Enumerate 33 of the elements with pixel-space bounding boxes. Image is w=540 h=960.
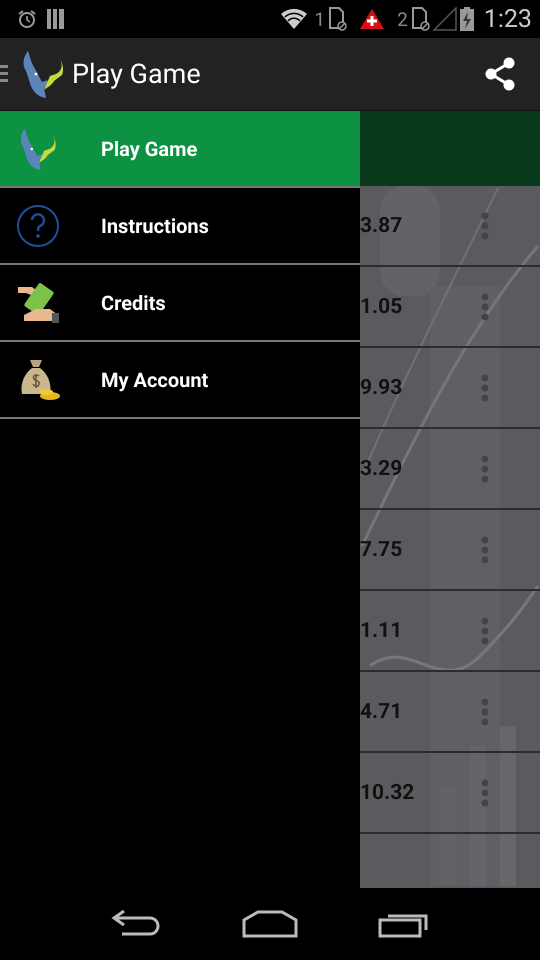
amount-text: 3.87 (360, 214, 404, 238)
drawer-item[interactable]: Play Game (0, 111, 360, 188)
overflow-menu-icon[interactable] (481, 616, 489, 644)
battery-icon (460, 7, 474, 31)
amount-text: 1.05 (360, 294, 404, 318)
overflow-menu-icon[interactable] (481, 292, 489, 320)
sim-slot-label: 1 (314, 8, 326, 30)
sim-card-icon (410, 7, 430, 31)
overflow-menu-icon[interactable] (481, 698, 489, 726)
help-icon (16, 204, 60, 248)
amount-text: 1.11 (360, 618, 404, 642)
amount-text: 4.71 (360, 700, 404, 724)
signal-icon (432, 7, 458, 31)
cash-hands-icon (16, 280, 60, 324)
overflow-menu-icon[interactable] (481, 454, 489, 482)
sim-card-icon (327, 7, 348, 31)
app-title: Play Game (72, 58, 201, 90)
clock-time: 1:23 (484, 4, 532, 34)
amount-text: 7.75 (360, 538, 404, 562)
overflow-menu-icon[interactable] (481, 778, 489, 806)
amount-text: 3.29 (360, 456, 404, 480)
wifi-icon (280, 8, 308, 30)
overflow-menu-icon[interactable] (481, 212, 489, 240)
back-icon[interactable] (110, 910, 162, 938)
alarm-icon (16, 8, 38, 30)
sim-slot-label: 2 (397, 8, 408, 30)
overflow-menu-icon[interactable] (481, 536, 489, 564)
overflow-menu-icon[interactable] (481, 374, 489, 402)
warning-icon (359, 8, 386, 30)
home-icon[interactable] (242, 910, 298, 938)
amount-text: 10.32 (360, 780, 416, 804)
bars-icon (46, 8, 66, 30)
amount-text: 9.93 (360, 376, 404, 400)
